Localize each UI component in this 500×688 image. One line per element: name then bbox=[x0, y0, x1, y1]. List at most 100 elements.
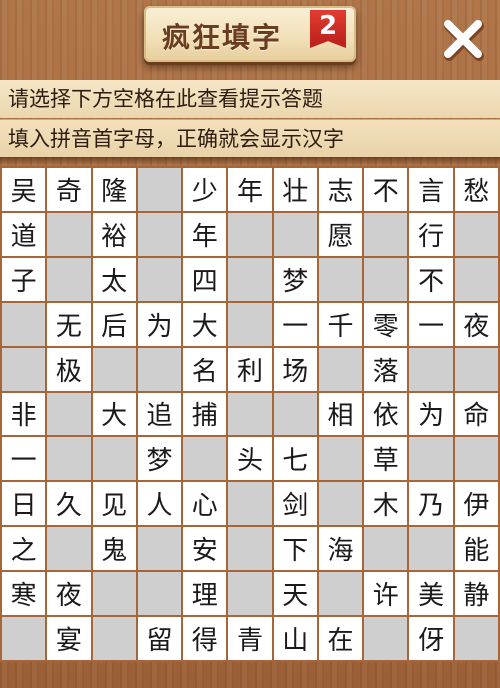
grid-cell-empty[interactable] bbox=[318, 437, 363, 481]
grid-cell-filled[interactable]: 一 bbox=[2, 437, 46, 481]
grid-cell-filled[interactable]: 夜 bbox=[454, 302, 498, 346]
grid-cell-empty[interactable] bbox=[92, 347, 136, 391]
grid-cell-filled[interactable]: 能 bbox=[454, 527, 498, 571]
grid-cell-filled[interactable]: 海 bbox=[318, 527, 363, 571]
grid-cell-empty[interactable] bbox=[454, 617, 498, 660]
grid-cell-filled[interactable]: 裕 bbox=[92, 212, 136, 256]
grid-cell-filled[interactable]: 为 bbox=[409, 392, 453, 436]
grid-cell-empty[interactable] bbox=[137, 257, 182, 301]
grid-cell-filled[interactable]: 久 bbox=[47, 482, 91, 526]
grid-cell-filled[interactable]: 零 bbox=[364, 302, 408, 346]
grid-cell-filled[interactable]: 之 bbox=[2, 527, 46, 571]
grid-cell-empty[interactable] bbox=[228, 212, 272, 256]
grid-cell-filled[interactable]: 宴 bbox=[47, 617, 91, 660]
grid-cell-filled[interactable]: 捕 bbox=[183, 392, 227, 436]
grid-cell-filled[interactable]: 无 bbox=[47, 302, 91, 346]
grid-cell-filled[interactable]: 伊 bbox=[454, 482, 498, 526]
grid-cell-empty[interactable] bbox=[47, 392, 91, 436]
grid-cell-filled[interactable]: 大 bbox=[92, 392, 136, 436]
grid-cell-filled[interactable]: 利 bbox=[228, 347, 272, 391]
grid-cell-filled[interactable]: 天 bbox=[273, 572, 317, 616]
grid-cell-empty[interactable] bbox=[364, 257, 408, 301]
grid-cell-filled[interactable]: 场 bbox=[273, 347, 317, 391]
grid-cell-filled[interactable]: 少 bbox=[183, 168, 227, 211]
grid-cell-filled[interactable]: 非 bbox=[2, 392, 46, 436]
grid-cell-empty[interactable] bbox=[454, 212, 498, 256]
grid-cell-filled[interactable]: 下 bbox=[273, 527, 317, 571]
grid-cell-empty[interactable] bbox=[137, 168, 182, 211]
grid-cell-filled[interactable]: 草 bbox=[364, 437, 408, 481]
grid-cell-filled[interactable]: 日 bbox=[2, 482, 46, 526]
grid-cell-empty[interactable] bbox=[364, 617, 408, 660]
grid-cell-empty[interactable] bbox=[454, 437, 498, 481]
grid-cell-filled[interactable]: 美 bbox=[409, 572, 453, 616]
grid-cell-filled[interactable]: 梦 bbox=[137, 437, 182, 481]
grid-cell-filled[interactable]: 剑 bbox=[273, 482, 317, 526]
grid-cell-empty[interactable] bbox=[409, 437, 453, 481]
grid-cell-filled[interactable]: 行 bbox=[409, 212, 453, 256]
grid-cell-filled[interactable]: 梦 bbox=[273, 257, 317, 301]
grid-cell-filled[interactable]: 许 bbox=[364, 572, 408, 616]
grid-cell-filled[interactable]: 相 bbox=[318, 392, 363, 436]
grid-cell-empty[interactable] bbox=[183, 437, 227, 481]
grid-cell-filled[interactable]: 太 bbox=[92, 257, 136, 301]
grid-cell-filled[interactable]: 依 bbox=[364, 392, 408, 436]
grid-cell-filled[interactable]: 四 bbox=[183, 257, 227, 301]
grid-cell-empty[interactable] bbox=[137, 347, 182, 391]
grid-cell-filled[interactable]: 命 bbox=[454, 392, 498, 436]
grid-cell-filled[interactable]: 青 bbox=[228, 617, 272, 660]
grid-cell-filled[interactable]: 年 bbox=[228, 168, 272, 211]
grid-cell-filled[interactable]: 安 bbox=[183, 527, 227, 571]
grid-cell-empty[interactable] bbox=[318, 482, 363, 526]
grid-cell-filled[interactable]: 追 bbox=[137, 392, 182, 436]
grid-cell-filled[interactable]: 乃 bbox=[409, 482, 453, 526]
grid-cell-empty[interactable] bbox=[47, 212, 91, 256]
grid-cell-filled[interactable]: 留 bbox=[137, 617, 182, 660]
grid-cell-empty[interactable] bbox=[2, 617, 46, 660]
grid-cell-filled[interactable]: 得 bbox=[183, 617, 227, 660]
grid-cell-empty[interactable] bbox=[409, 347, 453, 391]
grid-cell-empty[interactable] bbox=[47, 437, 91, 481]
grid-cell-filled[interactable]: 名 bbox=[183, 347, 227, 391]
grid-cell-empty[interactable] bbox=[364, 527, 408, 571]
grid-cell-filled[interactable]: 一 bbox=[273, 302, 317, 346]
grid-cell-filled[interactable]: 夜 bbox=[47, 572, 91, 616]
grid-cell-filled[interactable]: 千 bbox=[318, 302, 363, 346]
grid-cell-filled[interactable]: 奇 bbox=[47, 168, 91, 211]
grid-cell-empty[interactable] bbox=[228, 527, 272, 571]
grid-cell-empty[interactable] bbox=[318, 572, 363, 616]
grid-cell-filled[interactable]: 山 bbox=[273, 617, 317, 660]
grid-cell-filled[interactable]: 心 bbox=[183, 482, 227, 526]
grid-cell-filled[interactable]: 伢 bbox=[409, 617, 453, 660]
grid-cell-filled[interactable]: 木 bbox=[364, 482, 408, 526]
grid-cell-empty[interactable] bbox=[454, 347, 498, 391]
grid-cell-empty[interactable] bbox=[137, 572, 182, 616]
grid-cell-empty[interactable] bbox=[228, 302, 272, 346]
grid-cell-filled[interactable]: 见 bbox=[92, 482, 136, 526]
grid-cell-filled[interactable]: 愁 bbox=[454, 168, 498, 211]
grid-cell-filled[interactable]: 言 bbox=[409, 168, 453, 211]
grid-cell-filled[interactable]: 头 bbox=[228, 437, 272, 481]
close-button[interactable] bbox=[440, 16, 486, 62]
grid-cell-filled[interactable]: 不 bbox=[409, 257, 453, 301]
grid-cell-filled[interactable]: 理 bbox=[183, 572, 227, 616]
grid-cell-filled[interactable]: 年 bbox=[183, 212, 227, 256]
grid-cell-filled[interactable]: 人 bbox=[137, 482, 182, 526]
grid-cell-empty[interactable] bbox=[47, 257, 91, 301]
grid-cell-filled[interactable]: 极 bbox=[47, 347, 91, 391]
grid-cell-filled[interactable]: 壮 bbox=[273, 168, 317, 211]
grid-cell-filled[interactable]: 志 bbox=[318, 168, 363, 211]
grid-cell-empty[interactable] bbox=[273, 392, 317, 436]
grid-cell-filled[interactable]: 愿 bbox=[318, 212, 363, 256]
grid-cell-filled[interactable]: 为 bbox=[137, 302, 182, 346]
grid-cell-empty[interactable] bbox=[318, 347, 363, 391]
grid-cell-filled[interactable]: 后 bbox=[92, 302, 136, 346]
grid-cell-empty[interactable] bbox=[92, 617, 136, 660]
grid-cell-filled[interactable]: 鬼 bbox=[92, 527, 136, 571]
grid-cell-filled[interactable]: 七 bbox=[273, 437, 317, 481]
grid-cell-empty[interactable] bbox=[318, 257, 363, 301]
grid-cell-filled[interactable]: 道 bbox=[2, 212, 46, 256]
grid-cell-empty[interactable] bbox=[273, 212, 317, 256]
grid-cell-filled[interactable]: 子 bbox=[2, 257, 46, 301]
grid-cell-empty[interactable] bbox=[228, 482, 272, 526]
